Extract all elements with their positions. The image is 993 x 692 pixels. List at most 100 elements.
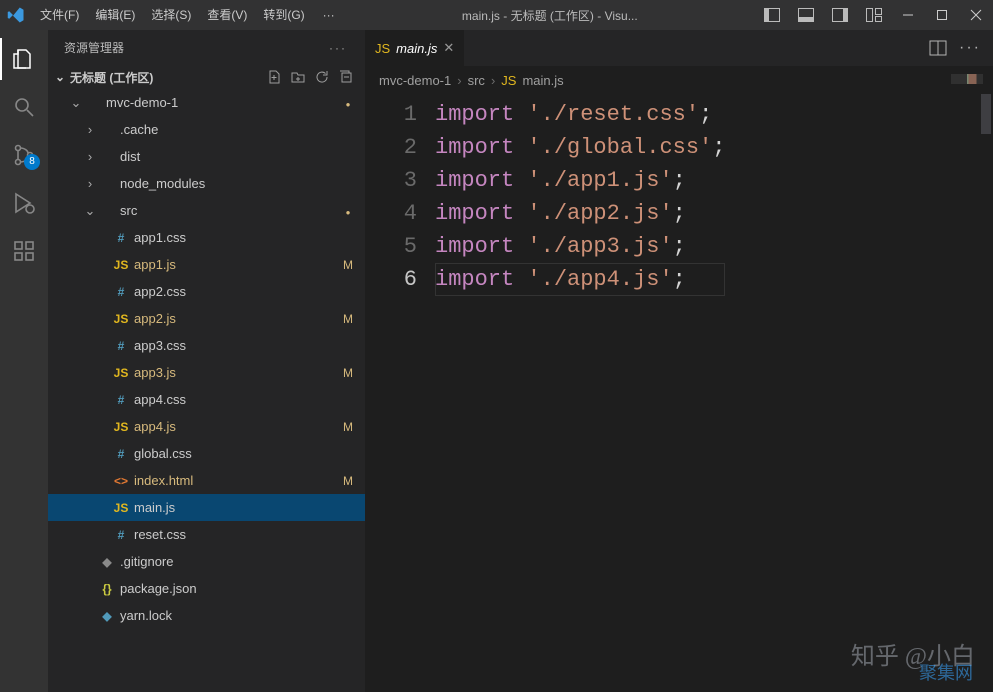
file-row[interactable]: JSapp4.jsM: [48, 413, 365, 440]
scm-activity-icon[interactable]: 8: [0, 134, 48, 176]
tab-main-js[interactable]: JS main.js ✕: [365, 30, 465, 66]
layout-panel-bottom-icon[interactable]: [789, 0, 823, 30]
menu-file[interactable]: 文件(F): [32, 0, 87, 30]
folder-row[interactable]: › node_modules: [48, 170, 365, 197]
folder-row[interactable]: › dist: [48, 143, 365, 170]
tree-label: app2.js: [134, 311, 339, 326]
editor-tabs: JS main.js ✕ ···: [365, 30, 993, 66]
file-row[interactable]: JSapp1.jsM: [48, 251, 365, 278]
chevron-right-icon[interactable]: ›: [82, 122, 98, 137]
new-folder-icon[interactable]: [287, 66, 309, 88]
menu-view[interactable]: 查看(V): [199, 0, 255, 30]
workspace-section-header[interactable]: ⌄ 无标题 (工作区): [48, 65, 365, 89]
menu-overflow-icon[interactable]: ···: [313, 0, 345, 30]
file-row[interactable]: #app1.css: [48, 224, 365, 251]
layout-panel-left-icon[interactable]: [755, 0, 789, 30]
tree-label: dist: [120, 149, 339, 164]
tree-label: mvc-demo-1: [106, 95, 339, 110]
code-line[interactable]: import './app2.js';: [435, 197, 725, 230]
close-button[interactable]: [959, 0, 993, 30]
breadcrumb-seg-1[interactable]: src: [468, 73, 485, 88]
vertical-scrollbar[interactable]: [979, 94, 993, 692]
menu-edit[interactable]: 编辑(E): [87, 0, 143, 30]
file-row[interactable]: {}package.json: [48, 575, 365, 602]
breadcrumb[interactable]: mvc-demo-1 › src › JS main.js: [365, 66, 993, 94]
chevron-right-icon: ›: [491, 73, 495, 88]
css-icon: #: [112, 447, 130, 461]
menu-go[interactable]: 转到(G): [255, 0, 312, 30]
maximize-button[interactable]: [925, 0, 959, 30]
refresh-icon[interactable]: [311, 66, 333, 88]
search-activity-icon[interactable]: [0, 86, 48, 128]
layout-customize-icon[interactable]: [857, 0, 891, 30]
vscode-icon: [0, 6, 32, 24]
chevron-right-icon[interactable]: ›: [82, 176, 98, 191]
minimize-button[interactable]: [891, 0, 925, 30]
file-row[interactable]: ◆.gitignore: [48, 548, 365, 575]
file-row[interactable]: #reset.css: [48, 521, 365, 548]
tree-label: app3.css: [134, 338, 339, 353]
tree-label: node_modules: [120, 176, 339, 191]
extensions-activity-icon[interactable]: [0, 230, 48, 272]
folder-row[interactable]: › .cache: [48, 116, 365, 143]
file-row[interactable]: JSmain.js: [48, 494, 365, 521]
explorer-activity-icon[interactable]: [0, 38, 48, 80]
file-row[interactable]: JSapp2.jsM: [48, 305, 365, 332]
line-number: 1: [365, 98, 417, 131]
js-icon: JS: [112, 420, 130, 434]
tree-label: app1.js: [134, 257, 339, 272]
editor-more-icon[interactable]: ···: [959, 37, 981, 59]
tab-close-icon[interactable]: ✕: [443, 40, 454, 56]
chevron-down-icon[interactable]: ⌄: [68, 95, 84, 111]
folder-row[interactable]: ⌄ mvc-demo-1: [48, 89, 365, 116]
code-line[interactable]: import './reset.css';: [435, 98, 725, 131]
file-row[interactable]: #app2.css: [48, 278, 365, 305]
file-row[interactable]: JSapp3.jsM: [48, 359, 365, 386]
code-line[interactable]: import './app3.js';: [435, 230, 725, 263]
folder-row[interactable]: ⌄ src: [48, 197, 365, 224]
code-line[interactable]: import './app4.js';: [435, 263, 725, 296]
scm-status: [339, 204, 357, 218]
menu-bar: 文件(F) 编辑(E) 选择(S) 查看(V) 转到(G) ···: [32, 0, 345, 30]
tree-label: app4.css: [134, 392, 339, 407]
file-row[interactable]: #app4.css: [48, 386, 365, 413]
tab-label: main.js: [396, 41, 437, 56]
line-number: 5: [365, 230, 417, 263]
new-file-icon[interactable]: [263, 66, 285, 88]
breadcrumb-seg-0[interactable]: mvc-demo-1: [379, 73, 451, 88]
minimap[interactable]: [951, 74, 983, 84]
tree-label: src: [120, 203, 339, 218]
scm-status: [339, 96, 357, 110]
file-row[interactable]: # app3.css: [48, 332, 365, 359]
code-editor[interactable]: 123456 import './reset.css';import './gl…: [365, 94, 993, 692]
layout-panel-right-icon[interactable]: [823, 0, 857, 30]
breadcrumb-seg-2[interactable]: main.js: [522, 73, 563, 88]
chevron-down-icon[interactable]: ⌄: [82, 203, 98, 219]
chevron-down-icon: ⌄: [52, 69, 68, 85]
chevron-right-icon[interactable]: ›: [82, 149, 98, 164]
file-row[interactable]: <>index.htmlM: [48, 467, 365, 494]
code-lines[interactable]: import './reset.css';import './global.cs…: [435, 94, 725, 692]
tree-label: app2.css: [134, 284, 339, 299]
run-activity-icon[interactable]: [0, 182, 48, 224]
menu-select[interactable]: 选择(S): [143, 0, 199, 30]
scrollbar-thumb[interactable]: [981, 94, 991, 134]
editor-area: JS main.js ✕ ··· mvc-demo-1 › src › JS m…: [365, 30, 993, 692]
html-icon: <>: [112, 474, 130, 488]
collapse-all-icon[interactable]: [335, 66, 357, 88]
split-editor-icon[interactable]: [927, 37, 949, 59]
code-line[interactable]: import './app1.js';: [435, 164, 725, 197]
sidebar-more-icon[interactable]: ···: [327, 37, 349, 59]
code-line[interactable]: import './global.css';: [435, 131, 725, 164]
css-icon: #: [112, 231, 130, 245]
activity-bar: 8: [0, 30, 48, 692]
file-row[interactable]: ◆yarn.lock: [48, 602, 365, 629]
tree-label: .gitignore: [120, 554, 339, 569]
tree-label: .cache: [120, 122, 339, 137]
file-tree: ⌄ mvc-demo-1 › .cache › dist › node_modules ⌄ src…: [48, 89, 365, 692]
sidebar-title: 资源管理器: [64, 39, 124, 56]
scm-status: M: [339, 258, 357, 272]
scm-status: M: [339, 420, 357, 434]
css-icon: #: [112, 339, 130, 353]
file-row[interactable]: #global.css: [48, 440, 365, 467]
